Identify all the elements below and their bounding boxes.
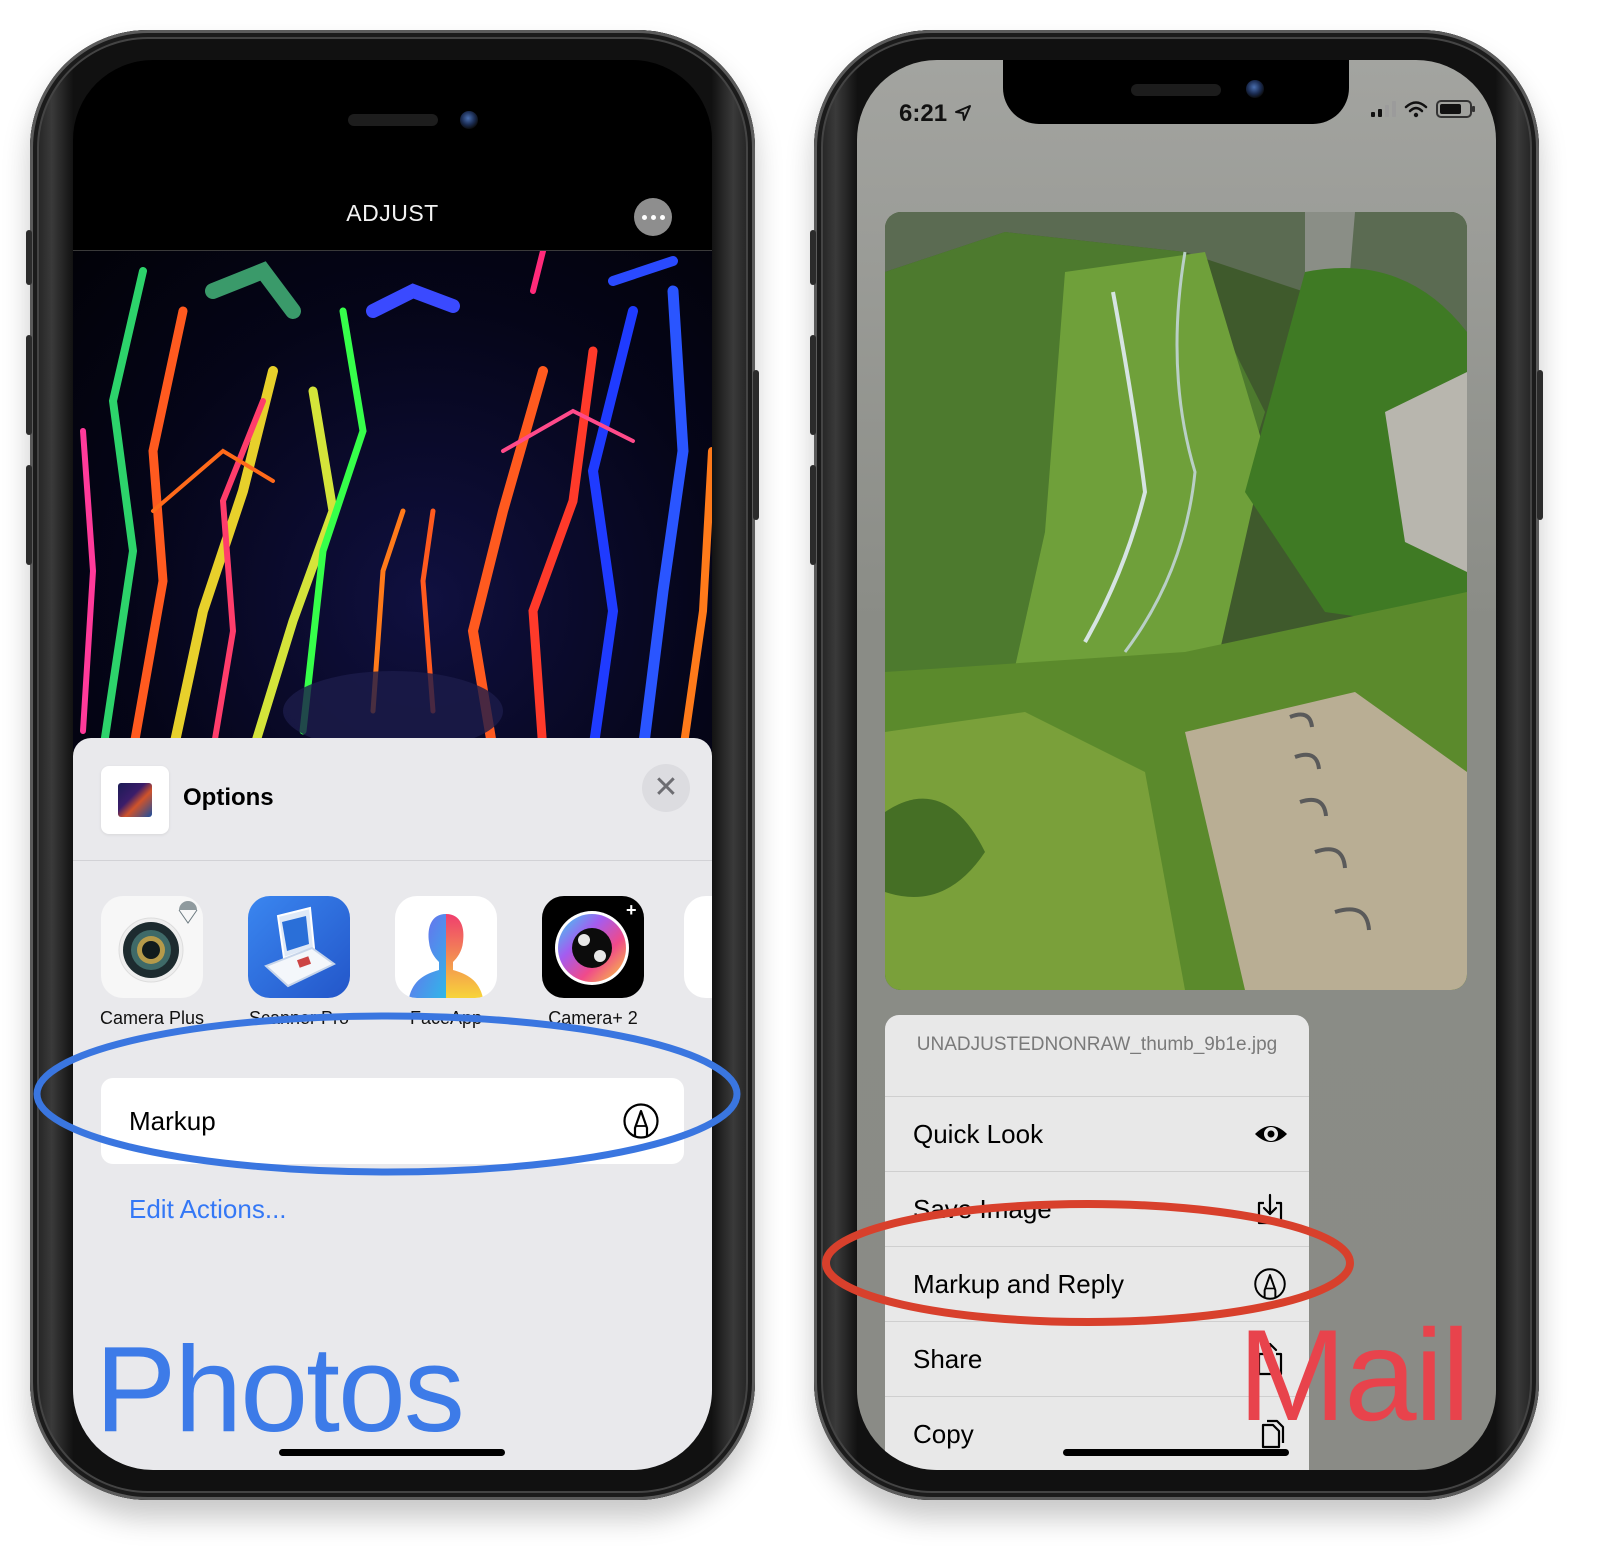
eye-icon	[1255, 1126, 1287, 1142]
app-faceapp[interactable]: FaceApp	[395, 896, 497, 1029]
menu-item-label: Save Image	[913, 1194, 1052, 1224]
context-menu-filename: UNADJUSTEDNONRAW_thumb_9b1e.jpg	[885, 1015, 1309, 1097]
app-label: Camera+ 2	[548, 1008, 638, 1028]
mute-switch	[810, 230, 816, 285]
app-partial-next[interactable]	[684, 896, 712, 998]
photo-thumbnail	[101, 766, 169, 834]
close-icon: ✕	[653, 771, 679, 804]
iphone-frame-photos: ADJUST Options ✕ Camera Plus Scanner Pro…	[26, 30, 759, 1500]
markup-pen-icon	[623, 1103, 659, 1139]
signal-bar	[1378, 109, 1382, 117]
menu-item-label: Quick Look	[913, 1119, 1044, 1149]
signal-bar	[1371, 112, 1375, 117]
markup-label: Markup	[129, 1106, 216, 1136]
app-camera-plus[interactable]: Camera Plus	[99, 896, 205, 1029]
annotation-label-mail: Mail	[1238, 1302, 1470, 1448]
notch	[1003, 60, 1349, 124]
earpiece	[1131, 84, 1221, 96]
app-scanner-pro[interactable]: Scanner Pro	[248, 896, 350, 1029]
ellipsis-dot	[650, 214, 656, 220]
app-label: Scanner Pro	[248, 1008, 350, 1028]
nav-title: ADJUST	[346, 200, 439, 226]
home-indicator[interactable]	[279, 1449, 505, 1456]
menu-item-label: Share	[913, 1344, 983, 1374]
menu-item-quick-look[interactable]: Quick Look	[885, 1097, 1309, 1172]
menu-item-save-image[interactable]: Save Image	[885, 1172, 1309, 1247]
more-options-button[interactable]	[634, 198, 672, 236]
neon-forest-image	[80, 251, 712, 751]
home-indicator[interactable]	[1063, 1449, 1289, 1456]
mountain-valley-image	[885, 212, 1467, 990]
volume-up-button	[26, 335, 32, 435]
iphone-frame-mail: 6:21 UNADJUSTEDNONRAW_thumb_9b1e.jpg Qui…	[810, 30, 1543, 1500]
volume-up-button	[810, 335, 816, 435]
photo-preview-neon-forest	[73, 251, 712, 751]
sheet-title[interactable]: Options	[183, 784, 274, 812]
markup-pen-icon	[1254, 1268, 1286, 1300]
side-button	[753, 370, 759, 520]
signal-bar	[1385, 105, 1389, 117]
app-label: Camera Plus	[99, 1008, 205, 1028]
status-bar-time: 6:21	[899, 100, 972, 128]
side-button	[1537, 370, 1543, 520]
ellipsis-dot	[659, 214, 665, 220]
earpiece	[348, 114, 438, 126]
photo-preview-mountain-valley	[885, 212, 1467, 990]
battery-level	[1440, 104, 1461, 114]
svg-text:+: +	[626, 900, 637, 920]
camera-plus-2-app-icon: +	[542, 896, 644, 998]
signal-bar	[1392, 101, 1396, 117]
menu-item-label: Markup and Reply	[913, 1269, 1124, 1299]
volume-down-button	[26, 465, 32, 565]
wifi-icon	[1404, 101, 1428, 118]
volume-down-button	[810, 465, 816, 565]
thumbnail-image	[118, 783, 152, 817]
battery-icon	[1436, 100, 1475, 118]
save-download-icon	[1257, 1193, 1283, 1225]
app-label: FaceApp	[409, 1008, 483, 1028]
time-text: 6:21	[899, 100, 948, 127]
mute-switch	[26, 230, 32, 285]
scanner-pro-app-icon	[248, 896, 350, 998]
location-arrow-icon	[954, 105, 971, 121]
camera-plus-app-icon	[101, 896, 203, 998]
app-camera-plus-2[interactable]: + Camera+ 2	[542, 896, 644, 1029]
ellipsis-icon	[641, 214, 647, 220]
app-row: Camera Plus Scanner Pro FaceApp + Camera…	[99, 896, 644, 1029]
markup-action-row[interactable]: Markup	[101, 1078, 684, 1164]
cellular-signal-icon	[1371, 101, 1396, 117]
edit-actions-link[interactable]: Edit Actions...	[129, 1194, 287, 1225]
divider	[73, 860, 712, 861]
options-share-sheet: Options ✕ Camera Plus Scanner Pro FaceAp…	[73, 738, 712, 1470]
status-bar-indicators	[1371, 100, 1475, 118]
faceapp-app-icon	[395, 896, 497, 998]
front-camera	[460, 111, 478, 129]
menu-item-label: Copy	[913, 1419, 974, 1449]
photos-screen: ADJUST Options ✕ Camera Plus Scanner Pro…	[73, 60, 712, 1470]
close-button[interactable]: ✕	[642, 764, 690, 812]
mail-screen: 6:21 UNADJUSTEDNONRAW_thumb_9b1e.jpg Qui…	[857, 60, 1496, 1470]
front-camera	[1246, 80, 1264, 98]
annotation-label-photos: Photos	[95, 1321, 465, 1457]
